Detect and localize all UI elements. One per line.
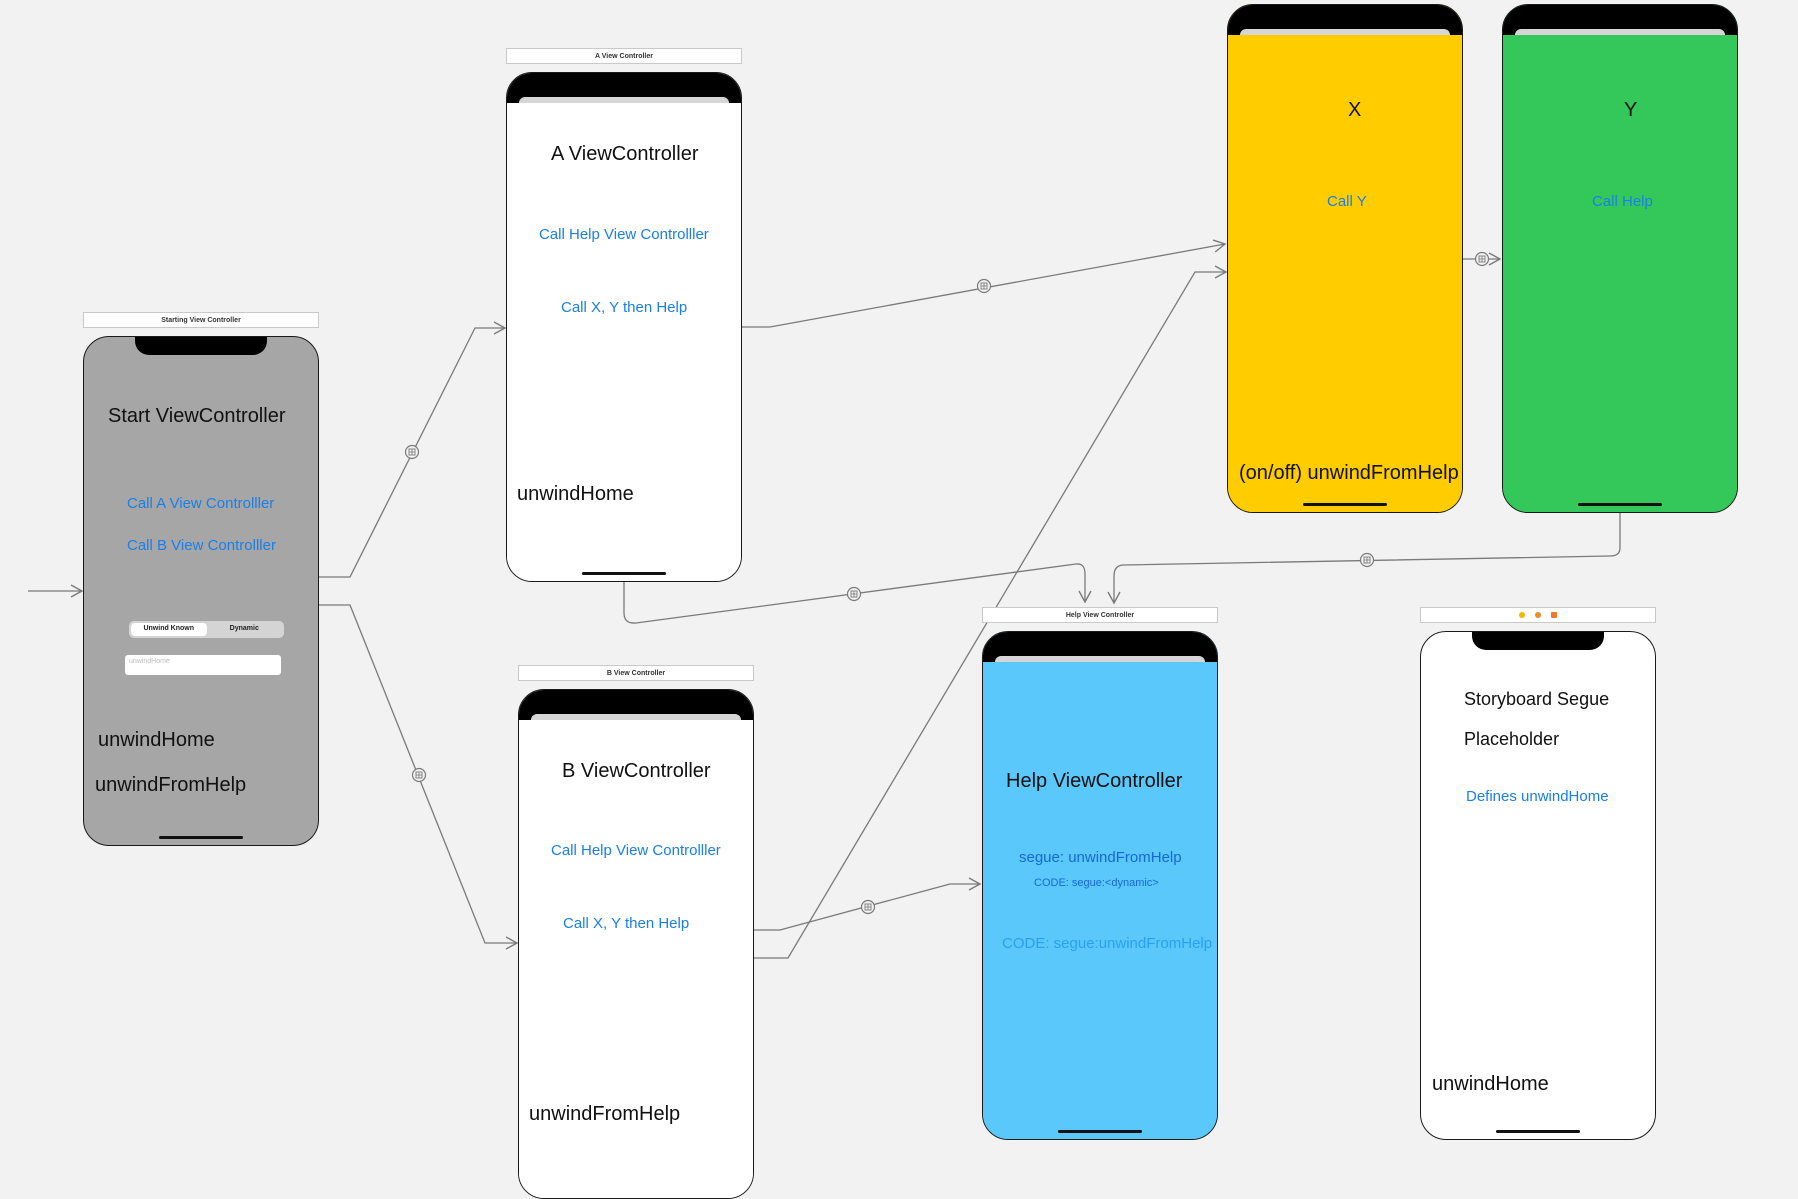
call-b-button[interactable]: Call B View Controlller	[127, 537, 276, 554]
first-responder-icon[interactable]	[1535, 612, 1541, 619]
unwind-name-input[interactable]: unwindHome	[125, 655, 281, 675]
label-unwind-home: unwindHome	[98, 729, 215, 751]
scene-dock-placeholder[interactable]	[1420, 607, 1656, 623]
call-help-button[interactable]: Call Help View Controlller	[551, 842, 721, 859]
view-controller-icon[interactable]	[1519, 612, 1526, 619]
call-a-button[interactable]: Call A View Controlller	[127, 495, 274, 512]
label-unwind-from-help: unwindFromHelp	[95, 774, 247, 796]
placeholder-title-line2: Placeholder	[1464, 729, 1560, 749]
code-unwind-from-help-button[interactable]: CODE: segue:unwindFromHelp	[1002, 935, 1212, 952]
exit-icon[interactable]	[1550, 612, 1557, 619]
start-view-controller[interactable]: Start ViewController Call A View Control…	[83, 336, 319, 846]
notch	[135, 337, 267, 355]
b-title: B ViewController	[562, 760, 711, 782]
segue-badge-icon[interactable]	[411, 767, 427, 783]
y-title: Y	[1624, 99, 1638, 121]
home-indicator	[159, 836, 243, 839]
modal-body: Help ViewController segue: unwindFromHel…	[983, 662, 1217, 1139]
home-indicator	[582, 572, 666, 575]
label-unwind-home: unwindHome	[1432, 1073, 1549, 1095]
a-view-controller[interactable]: A ViewController Call Help View Controll…	[506, 72, 742, 582]
scene-title-a[interactable]: A View Controller	[506, 48, 742, 64]
modal-body: X Call Y (on/off) unwindFromHelp	[1228, 35, 1462, 512]
segue-badge-icon[interactable]	[860, 899, 876, 915]
scene-title-help[interactable]: Help View Controller	[982, 607, 1218, 623]
help-title: Help ViewController	[1006, 770, 1183, 792]
x-view-controller[interactable]: X Call Y (on/off) unwindFromHelp	[1227, 4, 1463, 513]
modal-body: Y Call Help	[1503, 35, 1737, 512]
segue-badge-icon[interactable]	[1359, 552, 1375, 568]
label-unwind-home: unwindHome	[517, 483, 634, 505]
label-unwind-from-help: unwindFromHelp	[529, 1103, 681, 1125]
segue-badge-icon[interactable]	[976, 278, 992, 294]
segment-dynamic[interactable]: Dynamic	[207, 623, 283, 636]
home-indicator	[1496, 1130, 1580, 1133]
call-help-button[interactable]: Call Help View Controlller	[539, 226, 709, 243]
code-dynamic-button[interactable]: CODE: segue:<dynamic>	[1034, 877, 1159, 889]
home-indicator	[1058, 1130, 1142, 1133]
scene-title-b[interactable]: B View Controller	[518, 665, 754, 681]
segue-placeholder-view-controller[interactable]: Storyboard Segue Placeholder Defines unw…	[1420, 631, 1656, 1140]
label-unwind-from-help: (on/off) unwindFromHelp	[1239, 462, 1459, 484]
segue-badge-icon[interactable]	[404, 444, 420, 460]
placeholder-title-line1: Storyboard Segue	[1464, 689, 1610, 709]
modal-body: B ViewController Call Help View Controll…	[519, 720, 753, 1198]
segue-badge-icon[interactable]	[1474, 251, 1490, 267]
b-view-controller[interactable]: B ViewController Call Help View Controll…	[518, 689, 754, 1199]
unwind-mode-segmented-control[interactable]: Unwind Known Dynamic	[129, 621, 284, 638]
call-xy-button[interactable]: Call X, Y then Help	[561, 299, 687, 316]
call-help-button[interactable]: Call Help	[1592, 193, 1653, 210]
x-title: X	[1348, 99, 1362, 121]
a-title: A ViewController	[551, 143, 699, 165]
call-y-button[interactable]: Call Y	[1327, 193, 1367, 210]
start-title: Start ViewController	[108, 405, 286, 427]
home-indicator	[1303, 503, 1387, 506]
modal-body: A ViewController Call Help View Controll…	[507, 103, 741, 581]
y-view-controller[interactable]: Y Call Help	[1502, 4, 1738, 513]
segue-badge-icon[interactable]	[846, 586, 862, 602]
notch	[1472, 632, 1604, 650]
help-view-controller[interactable]: Help ViewController segue: unwindFromHel…	[982, 631, 1218, 1140]
segue-unwind-from-help-button[interactable]: segue: unwindFromHelp	[1019, 849, 1182, 866]
scene-title-start[interactable]: Starting View Controller	[83, 312, 319, 328]
home-indicator	[1578, 503, 1662, 506]
segment-unwind-known[interactable]: Unwind Known	[131, 623, 207, 636]
call-xy-button[interactable]: Call X, Y then Help	[563, 915, 689, 932]
defines-unwind-home-button[interactable]: Defines unwindHome	[1466, 788, 1609, 805]
